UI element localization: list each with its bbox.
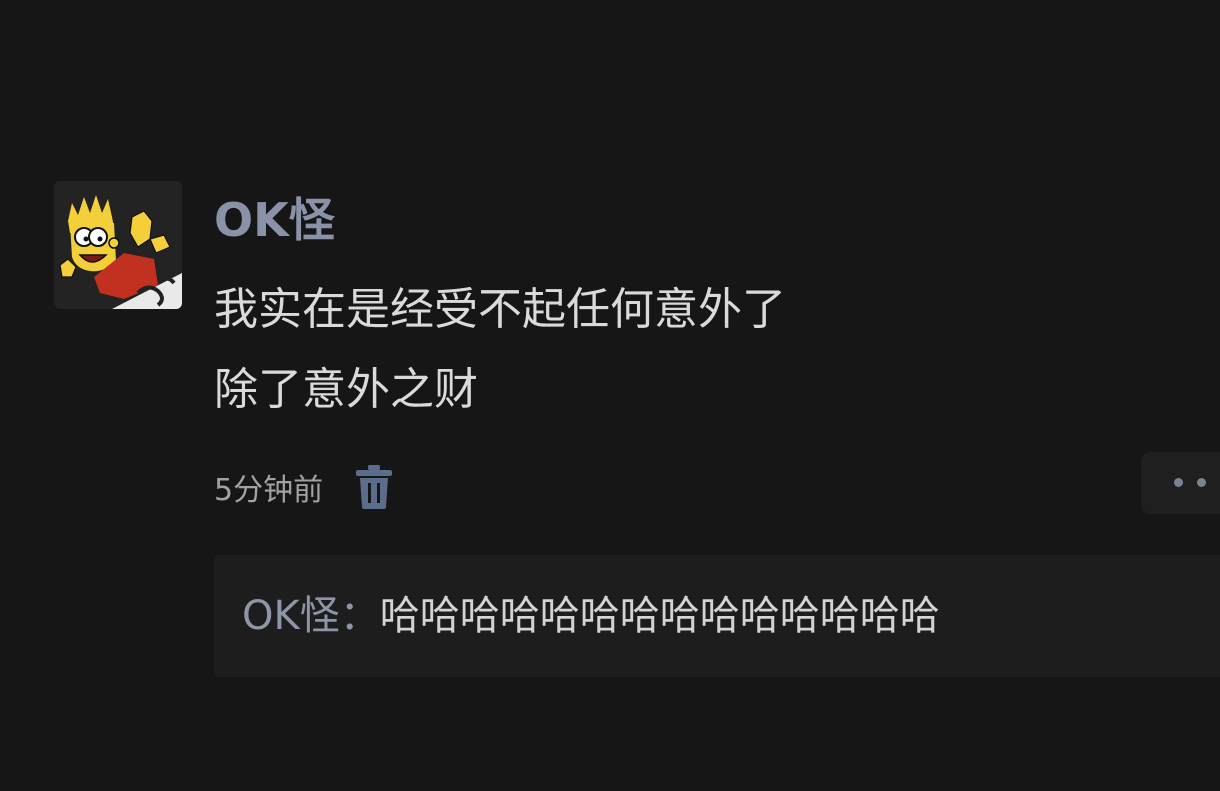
reply-separator: ： bbox=[339, 593, 380, 639]
more-options-button[interactable] bbox=[1141, 452, 1220, 514]
more-dots-icon bbox=[1197, 478, 1206, 487]
reply-body: 哈哈哈哈哈哈哈哈哈哈哈哈哈哈 bbox=[379, 593, 940, 639]
comment-meta: 5分钟前 bbox=[214, 462, 395, 512]
reply-text: OK怪：哈哈哈哈哈哈哈哈哈哈哈哈哈哈 bbox=[242, 585, 940, 647]
more-dots-icon bbox=[1174, 478, 1183, 487]
trash-icon bbox=[356, 465, 393, 509]
comment-item: OK怪 我实在是经受不起任何意外了 除了意外之财 5分钟前 OK怪：哈哈哈哈哈哈… bbox=[0, 0, 1220, 791]
comment-text: 我实在是经受不起任何意外了 除了意外之财 bbox=[214, 270, 786, 430]
reply-preview[interactable]: OK怪：哈哈哈哈哈哈哈哈哈哈哈哈哈哈 bbox=[214, 555, 1220, 677]
delete-button[interactable] bbox=[353, 462, 395, 512]
comment-line: 除了意外之财 bbox=[214, 364, 478, 415]
bart-simpson-avatar-icon bbox=[54, 181, 182, 309]
user-avatar[interactable] bbox=[54, 181, 182, 309]
reply-author[interactable]: OK怪 bbox=[242, 593, 340, 639]
comment-line: 我实在是经受不起任何意外了 bbox=[214, 284, 786, 335]
username[interactable]: OK怪 bbox=[214, 190, 335, 250]
timestamp: 5分钟前 bbox=[214, 473, 324, 508]
